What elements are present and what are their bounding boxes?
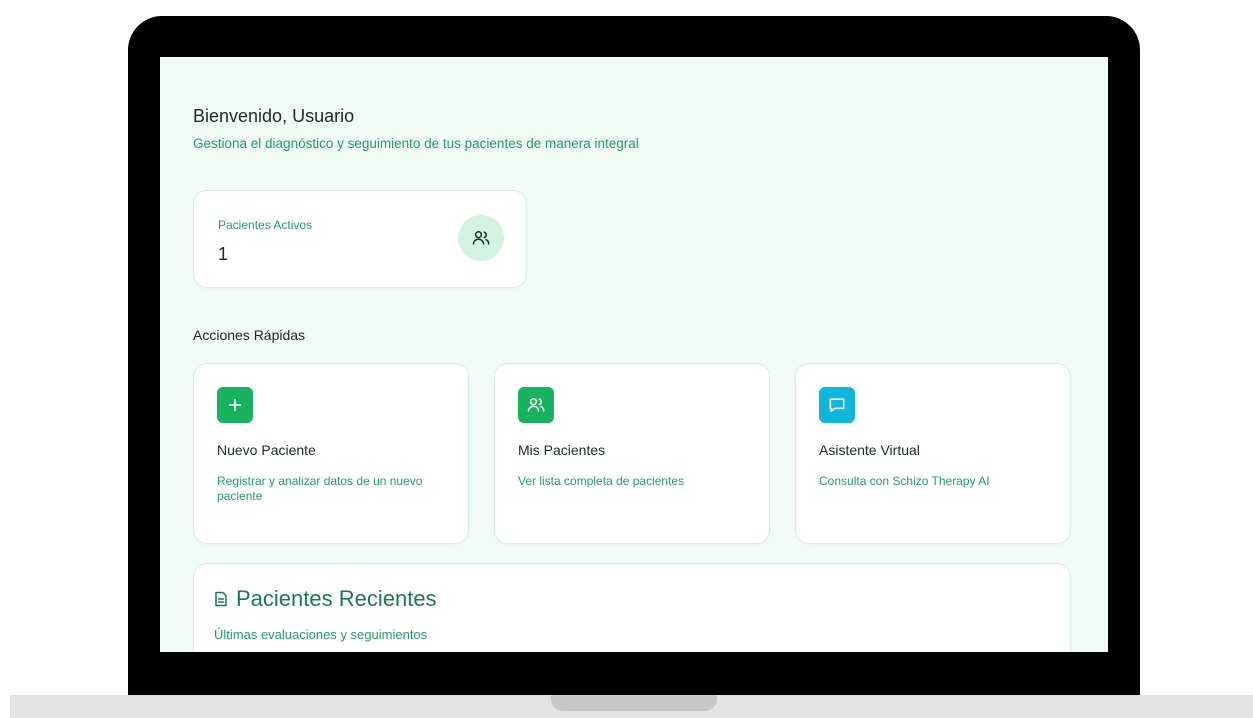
action-title: Nuevo Paciente: [217, 442, 316, 458]
action-title: Mis Pacientes: [518, 442, 606, 458]
laptop-notch: [551, 695, 717, 711]
active-patients-card: Pacientes Activos 1: [193, 190, 527, 288]
action-title: Asistente Virtual: [819, 442, 920, 458]
page-subtitle: Gestiona el diagnóstico y seguimiento de…: [193, 136, 639, 151]
quick-actions-title: Acciones Rápidas: [193, 327, 306, 343]
action-description: Registrar y analizar datos de un nuevo p…: [217, 474, 423, 503]
new-patient-card[interactable]: Nuevo Paciente Registrar y analizar dato…: [193, 363, 469, 544]
recent-header: Pacientes Recientes: [214, 586, 437, 612]
recent-patients-card: Pacientes Recientes Últimas evaluaciones…: [193, 563, 1071, 652]
chat-icon: [819, 387, 855, 423]
app-screen: Bienvenido, Usuario Gestiona el diagnóst…: [160, 57, 1108, 652]
users-icon: [518, 387, 554, 423]
recent-title: Pacientes Recientes: [236, 586, 437, 611]
users-icon: [458, 215, 504, 261]
my-patients-card[interactable]: Mis Pacientes Ver lista completa de paci…: [494, 363, 770, 544]
virtual-assistant-card[interactable]: Asistente Virtual Consulta con Schizo Th…: [795, 363, 1071, 544]
action-description: Ver lista completa de pacientes: [518, 474, 685, 488]
stat-value: 1: [218, 244, 229, 264]
page-title: Bienvenido, Usuario: [193, 106, 355, 126]
recent-subtitle: Últimas evaluaciones y seguimientos: [214, 627, 428, 642]
plus-icon: [217, 387, 253, 423]
document-icon: [214, 591, 228, 607]
action-description: Consulta con Schizo Therapy AI: [819, 474, 990, 488]
stat-label: Pacientes Activos: [218, 218, 313, 232]
